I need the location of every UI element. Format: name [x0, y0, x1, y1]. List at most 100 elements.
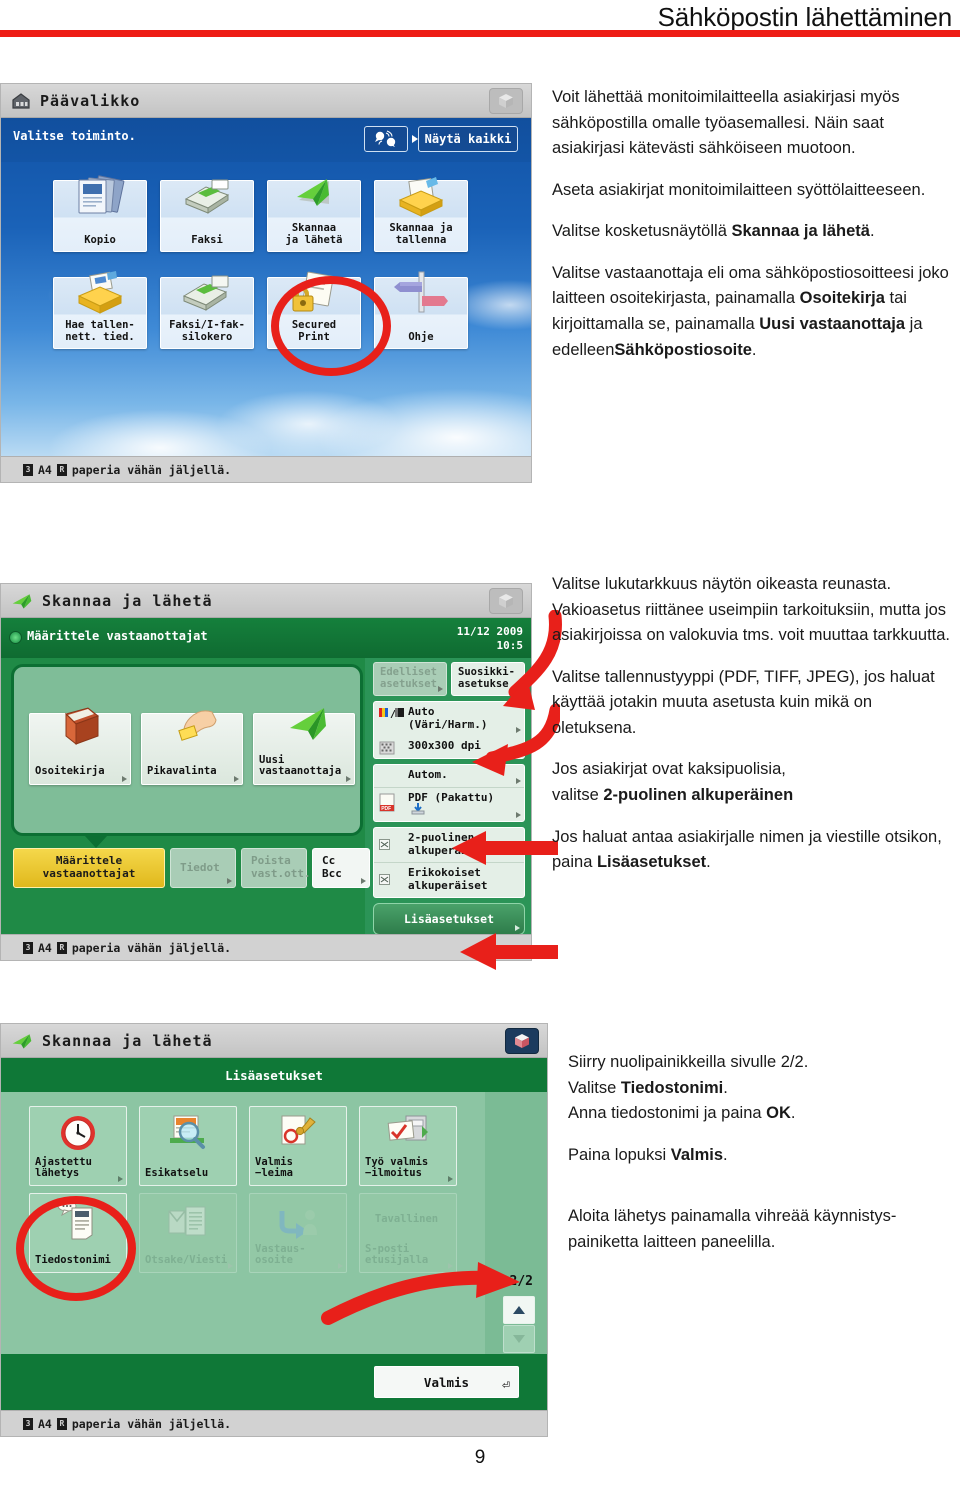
- button-suosikkiasetukset[interactable]: Suosikki- asetukse: [451, 662, 525, 696]
- main-menu-tile-faksi[interactable]: Faksi: [160, 179, 254, 252]
- setting-two-sided-original[interactable]: 2-puolinen alkuperäinen: [374, 828, 524, 862]
- main-menu-tile-skannaa-ja-laheta[interactable]: Skannaa ja lähetä: [267, 179, 361, 252]
- color-mode-icon: /: [379, 707, 405, 723]
- main-menu-tile-ohje[interactable]: Ohje: [374, 271, 468, 349]
- panel2-statusbar: 3 A4 R paperia vähän jäljellä.: [1, 934, 531, 960]
- fax-icon: [176, 173, 238, 224]
- main-menu-tile-hae-tallennett-tied[interactable]: Hae tallen- nett. tied.: [53, 271, 147, 349]
- message-icon: [164, 1199, 212, 1248]
- setting-color-mode[interactable]: / Auto (Väri/Harm.): [374, 702, 524, 736]
- advanced-tile-label: S-posti etusijalla: [365, 1242, 429, 1267]
- panel2-date: 11/12 2009: [456, 625, 523, 638]
- main-menu-screenshot: Päävalikko Valitse toiminto. Näytä kaikk…: [0, 83, 532, 483]
- advanced-settings-grid: Ajastettu lähetys Esikatselu Valmis −lei…: [29, 1106, 457, 1280]
- job-done-notice-icon: [384, 1112, 432, 1161]
- scroll-down-button[interactable]: [503, 1325, 535, 1353]
- advanced-settings-row-2: Tiedostonimi Otsake/Viesti Vastaus- osoi…: [29, 1193, 457, 1273]
- button-label: Poista vast.ott.: [251, 854, 311, 880]
- tray-number-badge: 3: [23, 941, 33, 954]
- advanced-tile-otsake-viesti[interactable]: Otsake/Viesti: [139, 1193, 237, 1273]
- s1-para-3: Valitse kosketusnäytöllä Skannaa ja lähe…: [552, 222, 875, 241]
- s3-para-5: Aloita lähetys painamalla vihreää käynni…: [568, 1207, 897, 1251]
- resolution-icon: [379, 741, 395, 759]
- document-page: Sähköpostin lähettäminen Päävalikko Vali: [0, 0, 960, 1485]
- chevron-right-icon: [516, 811, 521, 818]
- setting-resolution[interactable]: 300x300 dpi: [374, 736, 524, 758]
- green-paper-plane-icon: [274, 702, 334, 755]
- button-label: Cc Bcc: [322, 854, 342, 880]
- button-tiedot[interactable]: Tiedot: [170, 848, 236, 888]
- settings-preset-row: Edelliset asetukset Suosikki- asetukse: [373, 662, 525, 696]
- chevron-right-icon: [515, 924, 520, 931]
- paper-orientation-icon: R: [56, 1417, 67, 1430]
- destination-button-osoitekirja[interactable]: Osoitekirja: [29, 707, 131, 785]
- main-menu-tile-secured-print[interactable]: Secured Print: [267, 271, 361, 349]
- advanced-tile-tyo-valmis-ilmoitus[interactable]: Työ valmis −ilmoitus: [359, 1106, 457, 1186]
- panel2-settings-column: Edelliset asetukset Suosikki- asetukse /…: [373, 662, 525, 935]
- show-all-button[interactable]: Näytä kaikki: [418, 126, 518, 152]
- advanced-tile-s-posti-etusijalla[interactable]: Tavallinen S-posti etusijalla: [359, 1193, 457, 1273]
- chevron-right-icon: [122, 776, 127, 782]
- main-menu-tile-skannaa-ja-tallenna[interactable]: Skannaa ja tallenna: [374, 177, 468, 252]
- tray-number-badge: 3: [23, 463, 33, 476]
- advanced-tile-ajastettu-lahetys[interactable]: Ajastettu lähetys: [29, 1106, 127, 1186]
- s3-para-2: Valitse Tiedostonimi.: [568, 1078, 728, 1097]
- panel1-status-text: paperia vähän jäljellä.: [71, 462, 232, 477]
- main-menu-row-2: Hae tallen- nett. tied. Faksi/I-fak- sil…: [53, 271, 493, 349]
- button-edelliset-asetukset[interactable]: Edelliset asetukset: [373, 662, 447, 696]
- paper-orientation-icon: R: [56, 463, 67, 476]
- main-menu-tile-label: Hae tallen- nett. tied.: [65, 318, 135, 343]
- advanced-tile-tiedostonimi[interactable]: Tiedostonimi: [29, 1193, 127, 1273]
- panel2-titlebar: Skannaa ja lähetä: [1, 584, 531, 618]
- advanced-settings-row-1: Ajastettu lähetys Esikatselu Valmis −lei…: [29, 1106, 457, 1186]
- tray-number-badge: 3: [23, 1417, 33, 1430]
- panel2-lower-buttons: Määrittele vastaanottajat Tiedot Poista …: [13, 848, 370, 888]
- advanced-tile-top-label: Tavallinen: [374, 1213, 439, 1225]
- panel2-time: 10:5: [496, 638, 524, 652]
- main-menu-tile-kopio[interactable]: Kopio: [53, 175, 147, 252]
- chevron-right-icon: [338, 1263, 343, 1269]
- cube-icon: [499, 594, 513, 608]
- main-menu-tile-faksi-i-faksilokero[interactable]: Faksi/I-fak- silokero: [160, 275, 254, 349]
- advanced-tile-valmis-leima[interactable]: Valmis −leima: [249, 1106, 347, 1186]
- language-toggle-button[interactable]: [364, 126, 408, 152]
- destination-button-uusi-vastaanottaja[interactable]: Uusi vastaanottaja: [253, 708, 355, 785]
- chevron-right-icon: [438, 686, 443, 692]
- setting-file-format[interactable]: PDF PDF (Pakattu): [374, 786, 524, 821]
- button-cc-bcc[interactable]: Cc Bcc: [312, 848, 370, 888]
- s3-para-3: Anna tiedostonimi ja paina OK.: [568, 1104, 796, 1123]
- section3-instructions: Siirry nuolipainikkeilla sivulle 2/2. Va…: [568, 1050, 958, 1255]
- button-label: Suosikki- asetukse: [458, 666, 515, 690]
- button-poista-vastaanottaja[interactable]: Poista vast.ott.: [241, 848, 311, 888]
- reply-address-icon: [274, 1199, 322, 1248]
- setting-scan-size[interactable]: Autom.: [374, 765, 524, 787]
- destination-button-pikavalinta[interactable]: Pikavalinta: [141, 710, 243, 785]
- button-lisaasetukset[interactable]: Lisäasetukset: [373, 902, 525, 935]
- chevron-right-icon: [516, 726, 521, 733]
- button-maarittele-vastaanottajat[interactable]: Määrittele vastaanottajat: [13, 848, 165, 888]
- paper-size-label: A4: [38, 462, 52, 477]
- panel2-cube-button[interactable]: [489, 588, 523, 614]
- chevron-right-icon: [516, 777, 521, 784]
- paper-size-label: A4: [38, 1416, 52, 1431]
- chevron-right-icon: [228, 1263, 233, 1269]
- done-button[interactable]: Valmis ⏎: [374, 1366, 519, 1398]
- advanced-tile-esikatselu[interactable]: Esikatselu: [139, 1106, 237, 1186]
- advanced-tile-vastaus-osoite[interactable]: Vastaus- osoite: [249, 1193, 347, 1273]
- main-menu-tile-label: Kopio: [84, 233, 116, 246]
- green-paper-plane-icon: [12, 593, 32, 609]
- panel3-cube-button[interactable]: [505, 1028, 539, 1054]
- panel2-subheader: Määrittele vastaanottajat 11/12 2009 10:…: [1, 618, 531, 658]
- s1-para-4: Valitse vastaanottaja eli oma sähköposti…: [552, 263, 949, 359]
- triangle-down-icon: [513, 1335, 525, 1343]
- s3-para-4: Paina lopuksi Valmis.: [568, 1145, 728, 1164]
- panel1-cube-button[interactable]: [489, 88, 523, 114]
- setting-value: Auto (Väri/Harm.): [408, 705, 488, 731]
- triangle-up-icon: [513, 1306, 525, 1314]
- advanced-tile-label: Työ valmis −ilmoitus: [365, 1155, 429, 1180]
- chevron-right-icon: [234, 776, 239, 782]
- setting-mixed-size-originals[interactable]: Erikokoiset alkuperäiset: [374, 861, 524, 897]
- scroll-up-button[interactable]: [503, 1296, 535, 1324]
- padlock-document-icon: [283, 270, 345, 321]
- advanced-tile-label: Esikatselu: [145, 1167, 209, 1180]
